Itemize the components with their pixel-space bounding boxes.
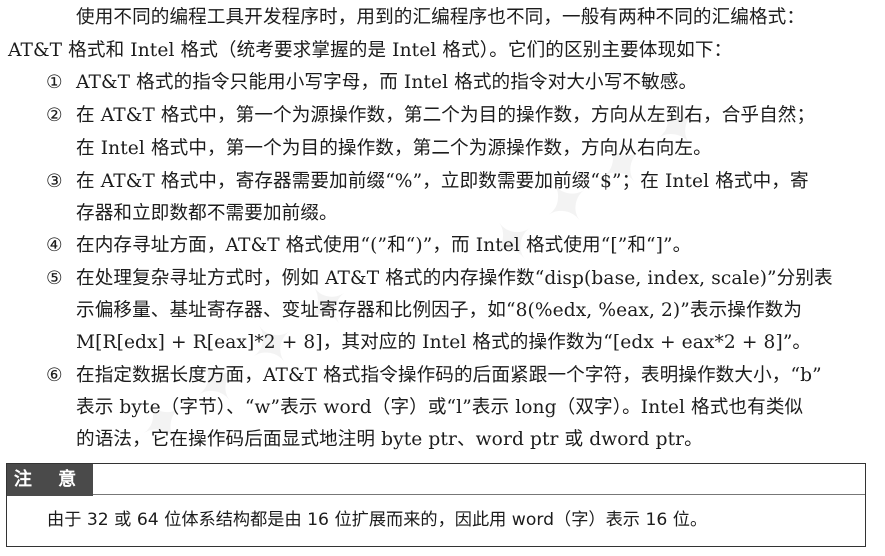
item-text: 在 AT&T 格式中，寄存器需要加前缀“%”，立即数需要加前缀“$”；在 Int… (76, 171, 809, 192)
item-text-continuation: 示偏移量、基址寄存器、变址寄存器和比例因子，如“8(%edx, %eax, 2)… (76, 300, 803, 321)
paragraph-line: 使用不同的编程工具开发程序时，用到的汇编程序也不同，一般有两种不同的汇编格式： (76, 7, 806, 28)
item-text-continuation: 的语法，它在操作码后面显式地注明 byte ptr、word ptr 或 dwo… (76, 429, 703, 450)
item-text-continuation: 存器和立即数都不需要加前缀。 (76, 203, 338, 224)
item-number: ④ (46, 235, 63, 256)
note-label: 注 意 (7, 464, 93, 496)
list-item: ⑤ 在处理复杂寻址方式时，例如 AT&T 格式的内存操作数“disp(base, … (46, 268, 833, 290)
item-number: ① (46, 72, 63, 93)
note-box: 注 意 由于 32 或 64 位体系结构都是由 16 位扩展而来的，因此用 wo… (6, 463, 866, 547)
list-item: ② 在 AT&T 格式中，第一个为源操作数，第二个为目的操作数，方向从左到右，合乎… (46, 105, 815, 127)
document-page: ✦ ✦ ✦ ✦ ✦ ✦ ✦ ✦ 使用不同的编程工具开发程序时，用到的汇编程序也不… (0, 0, 885, 556)
item-number: ⑥ (46, 365, 63, 386)
note-divider (93, 494, 865, 495)
note-text: 由于 32 或 64 位体系结构都是由 16 位扩展而来的，因此用 word（字… (47, 510, 708, 530)
item-text: 在处理复杂寻址方式时，例如 AT&T 格式的内存操作数“disp(base, i… (76, 268, 833, 289)
item-text: 在内存寻址方面，AT&T 格式使用“(”和“)”，而 Intel 格式使用“[”… (76, 235, 692, 256)
list-item: ① AT&T 格式的指令只能用小写字母，而 Intel 格式的指令对大小写不敏感。 (46, 72, 697, 94)
paragraph-line: AT&T 格式和 Intel 格式（统考要求掌握的是 Intel 格式）。它们的… (8, 40, 733, 61)
item-text-continuation: 在 Intel 格式中，第一个为目的操作数，第二个为源操作数，方向从右向左。 (76, 138, 712, 159)
item-text: 在指定数据长度方面，AT&T 格式指令操作码的后面紧跟一个字符，表明操作数大小，… (76, 365, 822, 386)
list-item: ③ 在 AT&T 格式中，寄存器需要加前缀“%”，立即数需要加前缀“$”；在 In… (46, 171, 809, 193)
item-text-continuation: 表示 byte（字节）、“w”表示 word（字）或“l”表示 long（双字）… (76, 397, 804, 418)
list-item: ④ 在内存寻址方面，AT&T 格式使用“(”和“)”，而 Intel 格式使用“[… (46, 235, 691, 257)
item-number: ⑤ (46, 268, 63, 289)
item-text-continuation: M[R[edx] + R[eax]*2 + 8]，其对应的 Intel 格式的操… (76, 332, 812, 353)
item-number: ② (46, 105, 63, 126)
item-text: AT&T 格式的指令只能用小写字母，而 Intel 格式的指令对大小写不敏感。 (76, 72, 698, 93)
item-text: 在 AT&T 格式中，第一个为源操作数，第二个为目的操作数，方向从左到右，合乎自… (76, 105, 816, 126)
list-item: ⑥ 在指定数据长度方面，AT&T 格式指令操作码的后面紧跟一个字符，表明操作数大小… (46, 365, 822, 387)
item-number: ③ (46, 171, 63, 192)
